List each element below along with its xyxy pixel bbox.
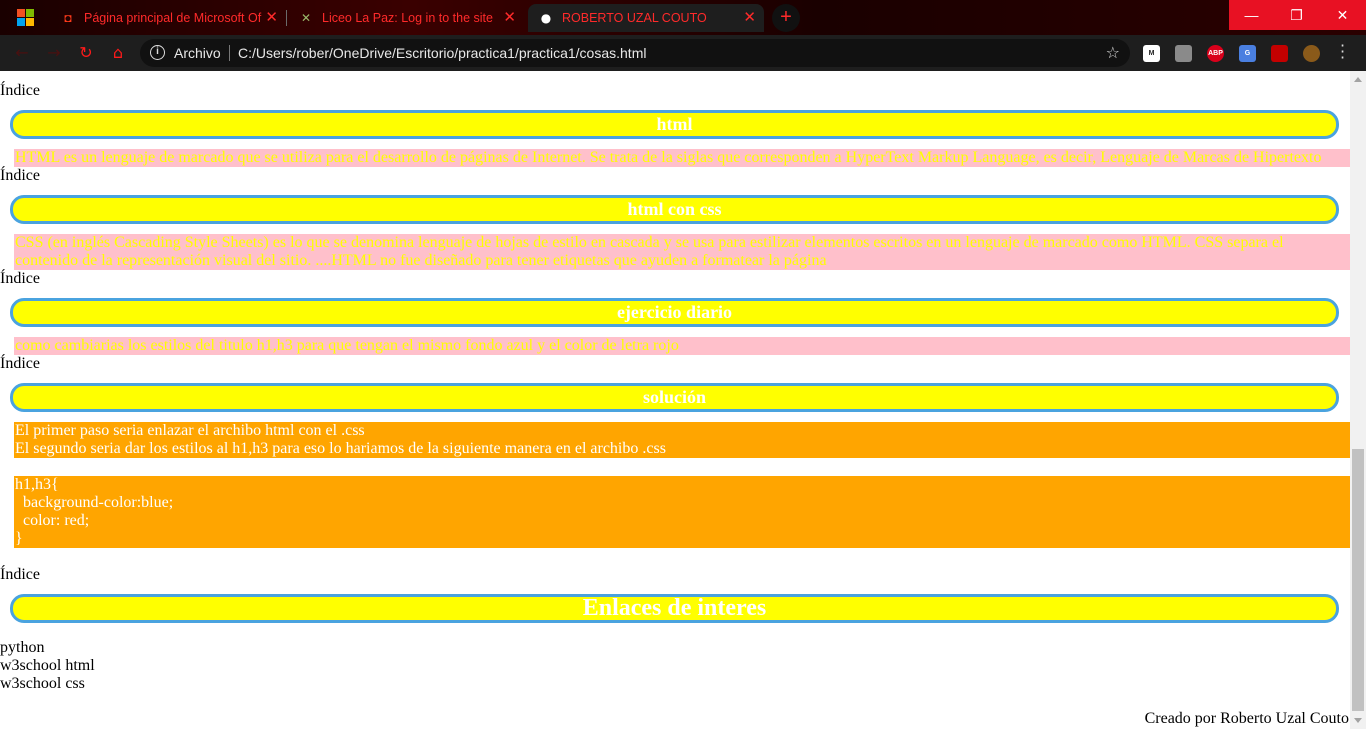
- address-bar[interactable]: i Archivo C:/Users/rober/OneDrive/Escrit…: [140, 39, 1130, 67]
- back-arrow-icon[interactable]: ←: [12, 43, 32, 63]
- puzzle-extension-icon[interactable]: [1271, 45, 1288, 62]
- page-icon: ●: [540, 11, 552, 25]
- scroll-up-arrow-icon[interactable]: [1354, 77, 1362, 82]
- index-label[interactable]: Índice: [0, 270, 40, 288]
- home-icon[interactable]: ⌂: [108, 43, 128, 63]
- solution-text: El primer paso seria enlazar el archibo …: [14, 422, 1350, 458]
- links-heading: Enlaces de interes: [10, 594, 1339, 623]
- code-line: h1,h3{: [15, 476, 59, 493]
- profile-avatar-icon[interactable]: [1303, 45, 1320, 62]
- windows-logo-icon[interactable]: [17, 9, 34, 26]
- scroll-down-arrow-icon[interactable]: [1354, 718, 1362, 723]
- section-body-html: HTML es un lenguaje de marcado que se ut…: [14, 149, 1350, 167]
- mega-extension-icon[interactable]: M: [1143, 45, 1160, 62]
- link-w3school-html[interactable]: w3school html: [0, 657, 95, 675]
- link-python[interactable]: python: [0, 639, 44, 657]
- link-w3school-css[interactable]: w3school css: [0, 675, 85, 693]
- address-url[interactable]: C:/Users/rober/OneDrive/Escritorio/pract…: [238, 45, 646, 61]
- footer-credit: Creado por Roberto Uzal Couto: [1144, 710, 1349, 727]
- close-window-button[interactable]: ✕: [1319, 0, 1366, 30]
- section-body-ejercicio: como cambiarias los estilos del titulo h…: [14, 337, 1350, 355]
- adblock-plus-icon[interactable]: ABP: [1207, 45, 1224, 62]
- pdf-extension-icon[interactable]: [1175, 45, 1192, 62]
- tab-strip: ◘ Página principal de Microsoft Of ✕ ✕ L…: [0, 0, 1366, 35]
- menu-kebab-icon[interactable]: · · ·: [1340, 38, 1345, 66]
- address-scheme: Archivo: [174, 45, 221, 61]
- section-heading-solucion: solución: [10, 383, 1339, 412]
- index-label[interactable]: Índice: [0, 566, 40, 584]
- bookmark-star-icon[interactable]: ☆: [1106, 43, 1120, 62]
- reload-icon[interactable]: ↻: [76, 43, 96, 63]
- tab-title: Página principal de Microsoft Of: [84, 11, 262, 25]
- section-heading-html-css: html con css: [10, 195, 1339, 224]
- vertical-scrollbar[interactable]: [1350, 71, 1366, 729]
- site-info-icon[interactable]: i: [150, 45, 165, 60]
- address-divider: [229, 45, 230, 61]
- tab-title: ROBERTO UZAL COUTO: [562, 11, 707, 25]
- browser-toolbar: ← → ↻ ⌂ i Archivo C:/Users/rober/OneDriv…: [0, 35, 1366, 71]
- minimize-button[interactable]: —: [1229, 0, 1274, 30]
- solution-line: El primer paso seria enlazar el archibo …: [15, 422, 365, 439]
- tab-close-icon[interactable]: ✕: [503, 8, 516, 26]
- code-line: }: [15, 530, 23, 547]
- tab-liceo-la-paz[interactable]: ✕ Liceo La Paz: Log in to the site ✕: [288, 4, 524, 32]
- google-translate-icon[interactable]: G: [1239, 45, 1256, 62]
- section-heading-ejercicio: ejercicio diario: [10, 298, 1339, 327]
- tab-title: Liceo La Paz: Log in to the site: [322, 11, 493, 25]
- solution-code-block: h1,h3{ background-color:blue; color: red…: [14, 476, 1350, 548]
- body-line: CSS (en inglés Cascading Style Sheets) e…: [15, 234, 1284, 251]
- code-line: background-color:blue;: [15, 494, 174, 511]
- section-body-html-css: CSS (en inglés Cascading Style Sheets) e…: [14, 234, 1350, 270]
- tab-close-icon[interactable]: ✕: [265, 8, 278, 26]
- index-label[interactable]: Índice: [0, 167, 40, 185]
- code-line: color: red;: [15, 512, 90, 529]
- index-label[interactable]: Índice: [0, 82, 40, 100]
- forward-arrow-icon[interactable]: →: [44, 43, 64, 63]
- index-label[interactable]: Índice: [0, 355, 40, 373]
- moodle-icon: ✕: [300, 11, 312, 25]
- solution-line: El segundo seria dar los estilos al h1,h…: [15, 440, 666, 457]
- tab-close-icon[interactable]: ✕: [743, 8, 756, 26]
- body-line: contenido de la representación visual de…: [15, 252, 827, 269]
- page-content: Índice html HTML es un lenguaje de marca…: [0, 71, 1350, 729]
- tab-roberto-uzal-couto[interactable]: ● ROBERTO UZAL COUTO ✕: [528, 4, 764, 32]
- tab-microsoft-office[interactable]: ◘ Página principal de Microsoft Of ✕: [50, 4, 286, 32]
- section-heading-html: html: [10, 110, 1339, 139]
- tab-divider: [286, 10, 287, 26]
- scrollbar-thumb[interactable]: [1352, 449, 1364, 711]
- office-icon: ◘: [64, 11, 72, 25]
- restore-button[interactable]: ❐: [1274, 0, 1319, 30]
- new-tab-button[interactable]: +: [772, 4, 800, 32]
